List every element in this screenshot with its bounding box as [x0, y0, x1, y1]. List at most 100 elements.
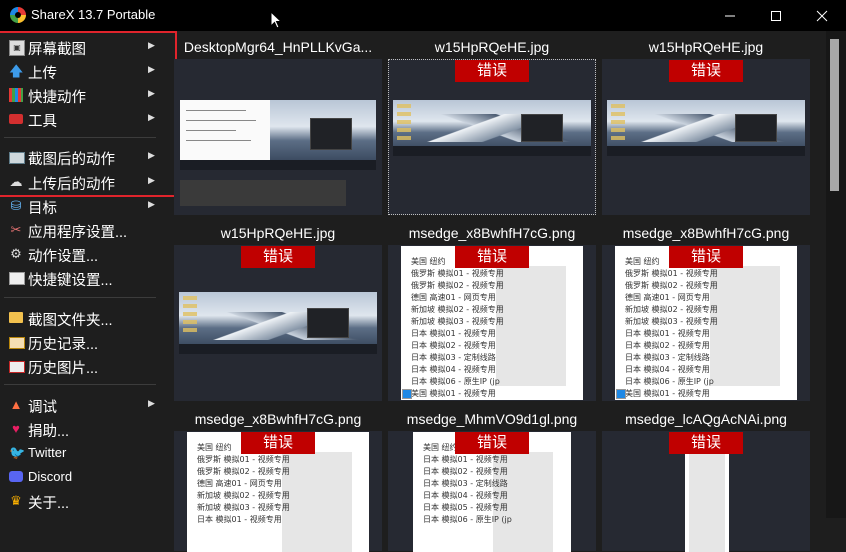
thumbnail-image: 美国 纽约 俄罗斯 模拟01 - 视频专用 俄罗斯 模拟02 - 视频专用 德国…	[401, 246, 583, 400]
thumbnail-placeholder	[180, 180, 346, 206]
list-row-text: 美国 纽约	[423, 443, 458, 452]
minimize-button[interactable]	[707, 0, 753, 31]
thumbnail-filename: msedge_x8BwhfH7cG.png	[194, 411, 362, 427]
menu-item-label: 捐助...	[28, 424, 70, 440]
twitter-icon: 🐦	[9, 445, 26, 460]
list-row-text: 新加坡 模拟03 - 视频专用	[625, 317, 718, 326]
menu-separator	[4, 384, 156, 385]
menu-item-capture[interactable]: ▣ 屏幕截图 ▶	[0, 36, 168, 58]
close-button[interactable]	[799, 0, 845, 31]
submenu-arrow-icon: ▶	[148, 175, 155, 185]
menu-item-workflows[interactable]: 快捷动作 ▶	[0, 84, 168, 106]
submenu-arrow-icon: ▶	[148, 112, 155, 122]
thumbnail-card[interactable]: 错误 美国 纽约 俄罗斯 模拟01 - 视频专用 俄罗斯 模拟02 - 视频专用…	[174, 431, 382, 552]
thumbnail-image	[393, 100, 591, 156]
hotkey-settings-icon	[9, 272, 25, 285]
menu-item-about[interactable]: ♛ 关于...	[0, 490, 168, 513]
error-badge: 错误	[455, 432, 529, 454]
submenu-arrow-icon: ▶	[148, 150, 155, 160]
thumbnail-card[interactable]: 错误	[174, 245, 382, 401]
menu-item-label: 工具	[28, 114, 57, 130]
scrollbar-thumb[interactable]	[830, 39, 839, 191]
menu-item-label: 调试	[28, 400, 57, 416]
title-bar: ShareX 13.7 Portable	[0, 0, 846, 31]
menu-item-label: 上传	[28, 66, 57, 82]
debug-icon: ▲	[9, 397, 23, 412]
menu-item-label: 上传后的动作	[28, 177, 115, 193]
list-row-text: 日本 模拟02 - 视频专用	[423, 467, 508, 476]
menu-item-image-history[interactable]: 历史图片...	[0, 355, 168, 377]
maximize-button[interactable]	[753, 0, 799, 31]
list-row-text: 日本 模拟01 - 视频专用	[411, 329, 496, 338]
thumbnail-filename: msedge_lcAQgAcNAi.png	[625, 411, 787, 427]
menu-item-app-settings[interactable]: ✂ 应用程序设置...	[0, 219, 168, 242]
list-row-text: 俄罗斯 模拟02 - 视频专用	[411, 281, 504, 290]
upload-icon: 🡅	[9, 63, 24, 79]
list-row-text: 日本 模拟06 - 原生IP (jp	[411, 377, 500, 386]
thumbnail-card[interactable]: 错误 美国 纽约 日本 模拟01 - 视频专用 日本 模拟02 - 视频专用 日…	[388, 431, 596, 552]
menu-separator	[4, 297, 156, 298]
error-badge: 错误	[669, 246, 743, 268]
thumbnail-image	[607, 100, 805, 156]
menu-item-after-upload[interactable]: ☁ 上传后的动作 ▶	[0, 171, 168, 194]
submenu-arrow-icon: ▶	[148, 88, 155, 98]
list-row-text: 日本 模拟02 - 视频专用	[625, 341, 710, 350]
menu-item-debug[interactable]: ▲ 调试 ▶	[0, 394, 168, 417]
app-settings-icon: ✂	[10, 222, 22, 237]
menu-item-label: 历史记录...	[28, 337, 99, 353]
error-badge: 错误	[669, 432, 743, 454]
thumbnail-filename: w15HpRQeHE.jpg	[434, 39, 550, 55]
list-row-text: 日本 模拟04 - 视频专用	[625, 365, 710, 374]
list-row-text: 新加坡 模拟02 - 视频专用	[625, 305, 718, 314]
menu-item-history[interactable]: 历史记录...	[0, 331, 168, 353]
list-row-text: 美国 纽约	[197, 443, 232, 452]
list-row-text: 俄罗斯 模拟01 - 视频专用	[625, 269, 718, 278]
list-row-text: 美国 模拟01 - 视频专用	[411, 389, 496, 398]
list-row-text: 俄罗斯 模拟02 - 视频专用	[625, 281, 718, 290]
list-row-text: 美国 纽约	[411, 257, 446, 266]
error-badge: 错误	[241, 432, 315, 454]
mouse-cursor-icon	[270, 11, 282, 29]
list-row-text: 日本 模拟04 - 视频专用	[411, 365, 496, 374]
sharex-logo-icon	[10, 7, 26, 23]
menu-item-label: 屏幕截图	[28, 42, 86, 58]
maximize-icon	[771, 11, 781, 21]
thumbnail-card[interactable]: 错误 美国 纽约 俄罗斯 模拟01 - 视频专用 俄罗斯 模拟02 - 视频专用…	[388, 245, 596, 401]
menu-item-label: Discord	[28, 469, 73, 484]
tools-icon	[9, 114, 23, 124]
list-row-text: 日本 模拟01 - 视频专用	[197, 515, 282, 524]
list-row-text: 新加坡 模拟02 - 视频专用	[197, 491, 290, 500]
menu-item-task-settings[interactable]: ⚙ 动作设置...	[0, 243, 168, 266]
window-title: ShareX 13.7 Portable	[31, 7, 156, 22]
destinations-icon: ⛁	[10, 198, 22, 213]
menu-item-tools[interactable]: 工具 ▶	[0, 108, 168, 130]
vertical-scrollbar[interactable]	[826, 31, 846, 518]
menu-item-discord[interactable]: Discord	[0, 466, 168, 488]
menu-item-label: Twitter	[28, 445, 67, 460]
menu-item-screenshots-folder[interactable]: 截图文件夹...	[0, 307, 168, 329]
submenu-arrow-icon: ▶	[148, 398, 155, 408]
thumbnail-image: 美国 纽约 俄罗斯 模拟01 - 视频专用 俄罗斯 模拟02 - 视频专用 德国…	[615, 246, 797, 400]
thumbnail-card[interactable]: 错误	[602, 431, 810, 552]
list-row-text: 新加坡 模拟03 - 视频专用	[411, 317, 504, 326]
thumbnail-card[interactable]: 错误	[602, 59, 810, 215]
list-row-text: 日本 模拟06 - 原生IP (jp	[625, 377, 714, 386]
menu-item-twitter[interactable]: 🐦 Twitter	[0, 442, 168, 464]
error-badge: 错误	[455, 60, 529, 82]
menu-item-label: 动作设置...	[28, 249, 99, 265]
menu-item-upload[interactable]: 🡅 上传 ▶	[0, 60, 168, 82]
menu-item-after-capture[interactable]: 截图后的动作 ▶	[0, 146, 168, 168]
thumbnail-card[interactable]: 错误 美国 纽约 俄罗斯 模拟01 - 视频专用 俄罗斯 模拟02 - 视频专用…	[602, 245, 810, 401]
task-settings-icon: ⚙	[10, 246, 22, 261]
menu-item-label: 应用程序设置...	[28, 225, 128, 241]
menu-item-hotkey-settings[interactable]: 快捷键设置...	[0, 267, 168, 289]
list-row-text: 日本 模拟04 - 视频专用	[423, 491, 508, 500]
menu-item-destinations[interactable]: ⛁ 目标 ▶	[0, 195, 168, 218]
submenu-arrow-icon: ▶	[148, 40, 155, 50]
menu-item-label: 截图后的动作	[28, 152, 115, 168]
list-row-text: 俄罗斯 模拟02 - 视频专用	[197, 467, 290, 476]
thumbnail-card[interactable]	[174, 59, 382, 215]
submenu-arrow-icon: ▶	[148, 64, 155, 74]
menu-item-donate[interactable]: ♥ 捐助...	[0, 418, 168, 441]
thumbnail-card[interactable]: 错误	[388, 59, 596, 215]
